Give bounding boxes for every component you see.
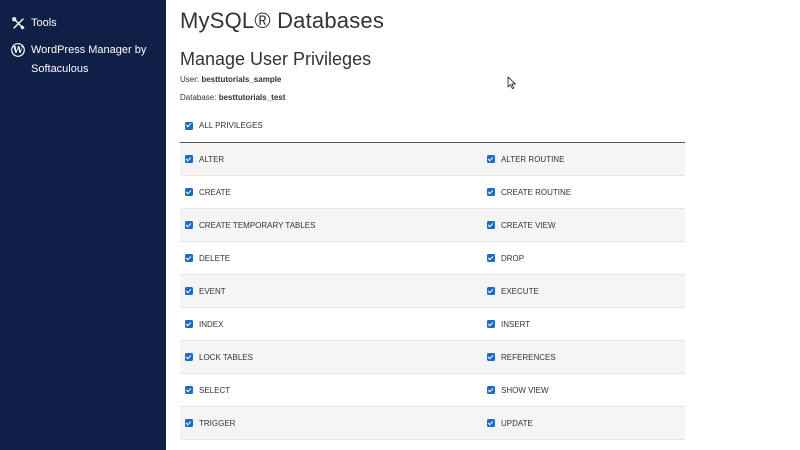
sidebar-item-label: WordPress Manager by Softaculous bbox=[31, 44, 147, 75]
privilege-label: EXECUTE bbox=[501, 286, 539, 296]
user-value: besttutorials_sample bbox=[201, 75, 282, 84]
privilege-label: LOCK TABLES bbox=[199, 352, 253, 362]
database-info: Database: besttutorials_test bbox=[180, 93, 285, 102]
privilege-label: REFERENCES bbox=[501, 352, 556, 362]
privilege-label: CREATE bbox=[199, 187, 231, 197]
privilege-row: SELECT SHOW VIEW bbox=[180, 374, 685, 407]
svg-text:W: W bbox=[12, 46, 24, 56]
privilege-label: TRIGGER bbox=[199, 418, 236, 428]
privilege-event-checkbox[interactable]: EVENT bbox=[180, 287, 482, 296]
privilege-label: ALTER ROUTINE bbox=[501, 154, 565, 164]
page-title: MySQL® Databases bbox=[180, 8, 385, 33]
privilege-label: EVENT bbox=[199, 286, 226, 296]
checkbox-checked-icon[interactable] bbox=[487, 188, 495, 196]
checkbox-checked-icon[interactable] bbox=[185, 155, 193, 163]
database-value: besttutorials_test bbox=[218, 93, 286, 102]
privilege-alter-checkbox[interactable]: ALTER bbox=[180, 155, 482, 164]
privilege-create-view-checkbox[interactable]: CREATE VIEW bbox=[482, 221, 556, 230]
privilege-label: SHOW VIEW bbox=[501, 385, 549, 395]
database-label: Database: bbox=[180, 93, 219, 102]
checkbox-checked-icon[interactable] bbox=[185, 386, 193, 394]
privilege-row: EVENT EXECUTE bbox=[180, 275, 685, 308]
sidebar: Tools W WordPress Manager by Softaculous bbox=[0, 0, 166, 450]
checkbox-checked-icon[interactable] bbox=[487, 254, 495, 262]
privilege-label: CREATE VIEW bbox=[501, 220, 556, 230]
privilege-label: INSERT bbox=[501, 319, 531, 329]
privilege-label: UPDATE bbox=[501, 418, 533, 428]
privilege-create-routine-checkbox[interactable]: CREATE ROUTINE bbox=[482, 188, 571, 197]
checkbox-checked-icon[interactable] bbox=[185, 188, 193, 196]
checkbox-checked-icon[interactable] bbox=[185, 254, 193, 262]
checkbox-checked-icon[interactable] bbox=[487, 386, 495, 394]
sidebar-item-label: Tools bbox=[31, 17, 57, 29]
checkbox-checked-icon[interactable] bbox=[487, 353, 495, 361]
checkbox-checked-icon[interactable] bbox=[487, 419, 495, 427]
wordpress-icon: W bbox=[11, 43, 25, 57]
privilege-row: CREATE CREATE ROUTINE bbox=[180, 176, 685, 209]
section-title: Manage User Privileges bbox=[180, 49, 372, 69]
privilege-update-checkbox[interactable]: UPDATE bbox=[482, 419, 533, 428]
privilege-index-checkbox[interactable]: INDEX bbox=[180, 320, 482, 329]
privilege-row: DELETE DROP bbox=[180, 242, 685, 275]
privilege-create-temporary-tables-checkbox[interactable]: CREATE TEMPORARY TABLES bbox=[180, 221, 482, 230]
privilege-delete-checkbox[interactable]: DELETE bbox=[180, 254, 482, 263]
checkbox-checked-icon[interactable] bbox=[185, 287, 193, 295]
privileges-table: ALTER ALTER ROUTINE CREATE CREATE ROUTINE CR… bbox=[180, 143, 685, 440]
privilege-row: LOCK TABLES REFERENCES bbox=[180, 341, 685, 374]
privilege-drop-checkbox[interactable]: DROP bbox=[482, 254, 524, 263]
checkbox-checked-icon[interactable] bbox=[487, 287, 495, 295]
privilege-label: CREATE ROUTINE bbox=[501, 187, 572, 197]
privilege-label: INDEX bbox=[199, 319, 224, 329]
tools-icon bbox=[11, 16, 25, 30]
checkbox-checked-icon[interactable] bbox=[487, 155, 495, 163]
checkbox-checked-icon[interactable] bbox=[487, 221, 495, 229]
privilege-label: CREATE TEMPORARY TABLES bbox=[199, 220, 316, 230]
privilege-row: TRIGGER UPDATE bbox=[180, 407, 685, 440]
mouse-cursor-icon bbox=[507, 76, 516, 90]
user-info: User: besttutorials_sample bbox=[180, 75, 281, 84]
privilege-create-checkbox[interactable]: CREATE bbox=[180, 188, 482, 197]
privilege-select-checkbox[interactable]: SELECT bbox=[180, 386, 482, 395]
sidebar-item-tools[interactable]: Tools bbox=[11, 14, 57, 33]
privilege-references-checkbox[interactable]: REFERENCES bbox=[482, 353, 556, 362]
privilege-label: SELECT bbox=[199, 385, 231, 395]
privilege-trigger-checkbox[interactable]: TRIGGER bbox=[180, 419, 482, 428]
checkbox-checked-icon[interactable] bbox=[185, 121, 193, 130]
all-privileges-checkbox[interactable]: ALL PRIVILEGES bbox=[185, 121, 263, 130]
privilege-label: DELETE bbox=[199, 253, 231, 263]
checkbox-checked-icon[interactable] bbox=[185, 419, 193, 427]
all-privileges-label: ALL PRIVILEGES bbox=[199, 121, 263, 130]
checkbox-checked-icon[interactable] bbox=[487, 320, 495, 328]
user-label: User: bbox=[180, 75, 202, 84]
privilege-lock-tables-checkbox[interactable]: LOCK TABLES bbox=[180, 353, 482, 362]
privilege-row: ALTER ALTER ROUTINE bbox=[180, 143, 685, 176]
privilege-label: DROP bbox=[501, 253, 525, 263]
privilege-execute-checkbox[interactable]: EXECUTE bbox=[482, 287, 539, 296]
privilege-show-view-checkbox[interactable]: SHOW VIEW bbox=[482, 386, 549, 395]
checkbox-checked-icon[interactable] bbox=[185, 221, 193, 229]
checkbox-checked-icon[interactable] bbox=[185, 353, 193, 361]
checkbox-checked-icon[interactable] bbox=[185, 320, 193, 328]
privilege-label: ALTER bbox=[199, 154, 225, 164]
privilege-row: CREATE TEMPORARY TABLES CREATE VIEW bbox=[180, 209, 685, 242]
main-content: MySQL® Databases Manage User Privileges … bbox=[166, 0, 800, 450]
privilege-row: INDEX INSERT bbox=[180, 308, 685, 341]
privilege-alter-routine-checkbox[interactable]: ALTER ROUTINE bbox=[482, 155, 564, 164]
sidebar-item-wordpress-manager[interactable]: W WordPress Manager by Softaculous bbox=[11, 41, 161, 79]
privilege-insert-checkbox[interactable]: INSERT bbox=[482, 320, 530, 329]
